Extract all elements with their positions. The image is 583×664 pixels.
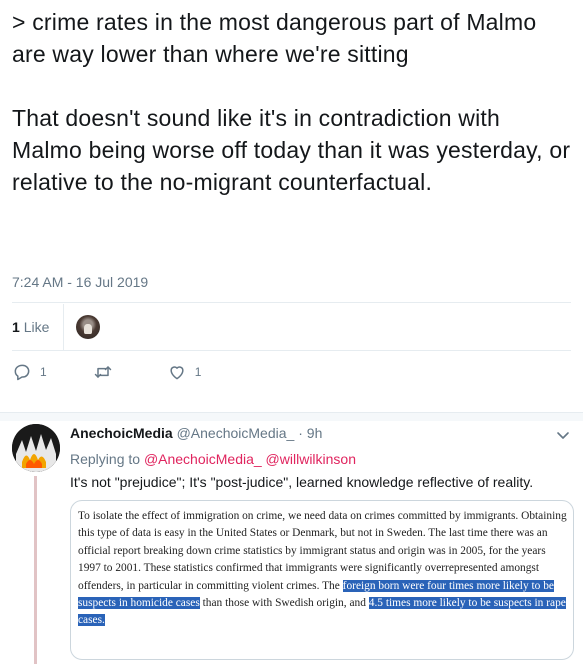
like-label: Like: [23, 319, 50, 335]
like-action-count: 1: [194, 365, 202, 379]
chevron-down-icon[interactable]: [555, 427, 571, 443]
quote-part-2: than those with Swedish origin, and: [199, 597, 369, 610]
retweet-button[interactable]: [93, 362, 121, 382]
reply-button[interactable]: 1: [12, 362, 47, 382]
divider: [12, 350, 571, 351]
liker-avatar[interactable]: [76, 315, 101, 339]
main-tweet: > crime rates in the most dangerous part…: [0, 0, 583, 412]
likes-stat[interactable]: 1 Like: [12, 319, 49, 335]
tweet-text: > crime rates in the most dangerous part…: [12, 9, 571, 195]
divider: [12, 302, 571, 303]
like-button[interactable]: 1: [167, 362, 202, 382]
display-name[interactable]: AnechoicMedia: [70, 425, 173, 441]
tweet-timestamp[interactable]: 7:24 AM - 16 Jul 2019: [12, 274, 148, 290]
retweet-icon: [94, 366, 111, 378]
replying-prefix: Replying to: [70, 451, 141, 467]
action-bar: 1 1: [12, 362, 247, 382]
stats-separator: [63, 304, 65, 350]
quote-text: To isolate the effect of immigration on …: [78, 508, 568, 630]
reply-count: 1: [40, 365, 47, 379]
reply-time[interactable]: 9h: [307, 425, 323, 441]
replying-mentions[interactable]: @AnechoicMedia_ @willwilkinson: [144, 451, 356, 467]
reply-header: AnechoicMedia @AnechoicMedia_ · 9h: [70, 425, 322, 441]
heart-icon: [170, 366, 184, 380]
reply-icon: [14, 364, 30, 381]
avatar[interactable]: [12, 424, 60, 472]
reply-text: It's not "prejudice"; It's "post-judice"…: [70, 474, 534, 490]
tweet-stats: 1 Like: [12, 304, 101, 350]
quote-image[interactable]: To isolate the effect of immigration on …: [70, 500, 574, 660]
replying-to: Replying to @AnechoicMedia_ @willwilkins…: [70, 451, 356, 467]
user-handle[interactable]: @AnechoicMedia_: [177, 425, 295, 441]
like-count: 1: [12, 319, 20, 335]
thread-line: [34, 476, 37, 664]
reply-tweet[interactable]: AnechoicMedia @AnechoicMedia_ · 9h Reply…: [0, 412, 583, 664]
separator-dot: ·: [298, 425, 303, 441]
